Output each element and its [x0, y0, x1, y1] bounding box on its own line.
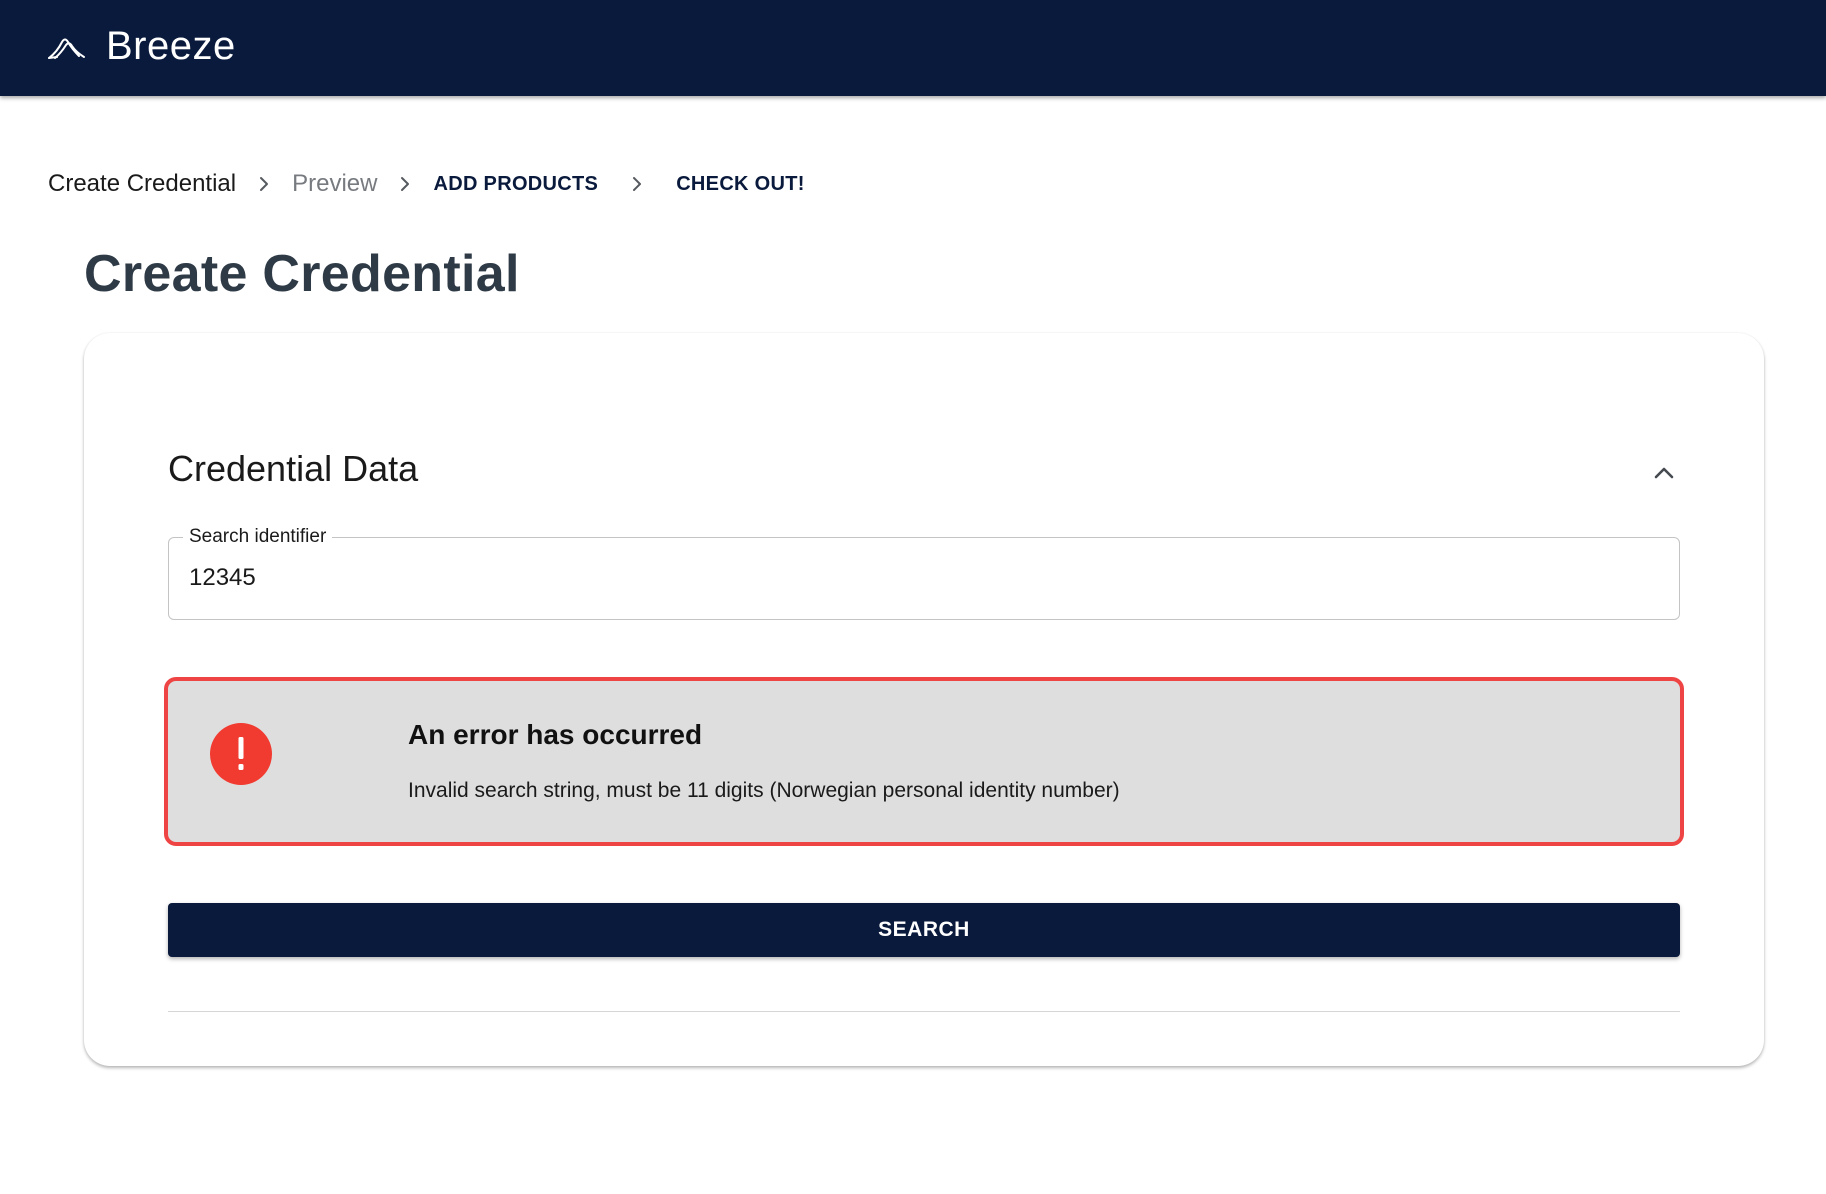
breadcrumb-step-preview[interactable]: Preview	[292, 168, 377, 200]
exclamation-icon	[210, 723, 272, 785]
search-identifier-label: Search identifier	[183, 527, 333, 547]
chevron-right-icon	[377, 168, 433, 200]
page-title: Create Credential	[84, 245, 520, 303]
brand-name: Breeze	[106, 24, 236, 68]
top-app-bar: Breeze	[0, 0, 1826, 96]
breadcrumb-step-create-credential[interactable]: Create Credential	[48, 168, 236, 200]
search-identifier-input[interactable]	[189, 560, 1659, 596]
chevron-right-icon	[236, 168, 292, 200]
error-message: Invalid search string, must be 11 digits…	[408, 779, 1120, 802]
chevron-up-icon	[1653, 466, 1675, 485]
breadcrumb-step-add-products[interactable]: ADD PRODUCTS	[433, 168, 598, 200]
section-divider	[168, 1011, 1680, 1012]
breeze-wave-logo-icon	[48, 36, 86, 60]
error-alert: An error has occurred Invalid search str…	[164, 677, 1684, 846]
breadcrumb-step-check-out[interactable]: CHECK OUT!	[676, 168, 805, 200]
error-title: An error has occurred	[408, 719, 703, 750]
breadcrumb: Create Credential Preview ADD PRODUCTS C…	[48, 168, 805, 200]
section-title: Credential Data	[168, 448, 419, 489]
search-identifier-field: Search identifier	[168, 527, 1680, 620]
search-button[interactable]: SEARCH	[168, 903, 1680, 957]
chevron-right-icon	[598, 168, 676, 200]
collapse-section-button[interactable]	[1644, 455, 1684, 495]
credential-data-card: Credential Data Search identifier An err…	[84, 333, 1764, 1066]
